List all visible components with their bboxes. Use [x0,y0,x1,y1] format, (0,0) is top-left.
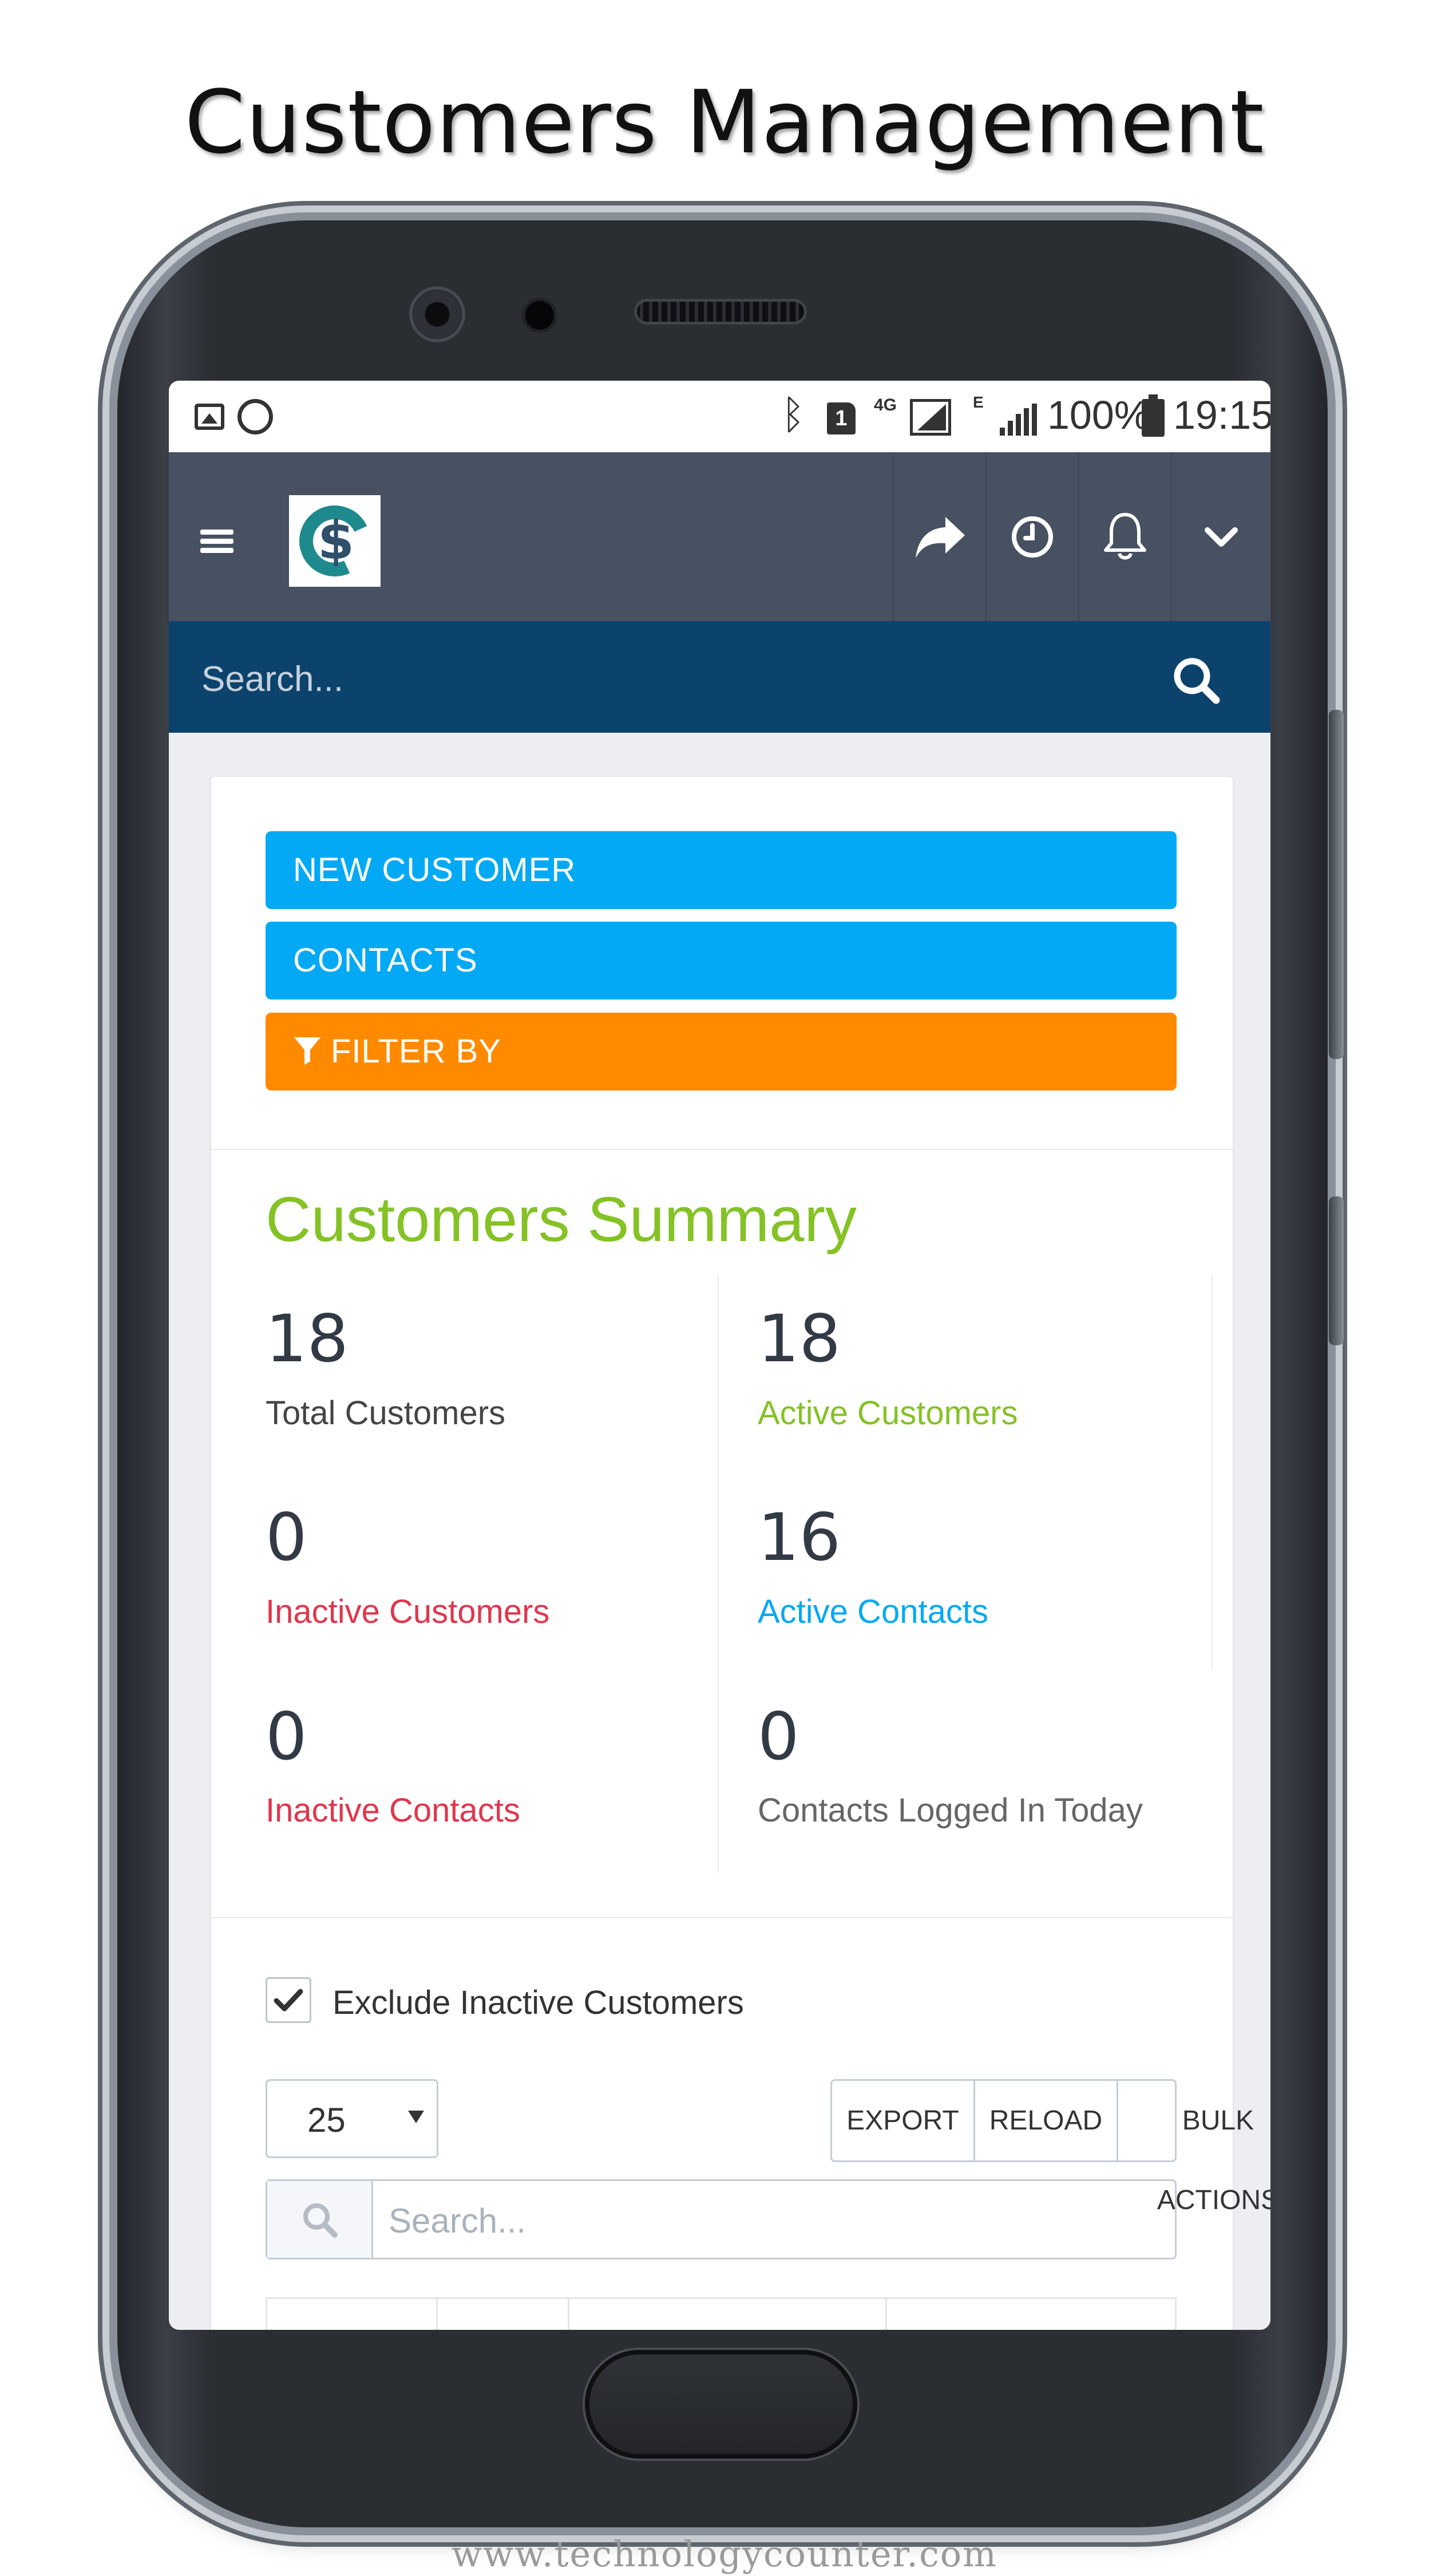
stat-inactive-customers-label[interactable]: Inactive Customers [266,1593,549,1631]
divider [211,1917,1233,1918]
chevron-down-icon [1205,527,1238,547]
table-search-addon [267,2181,373,2258]
new-customer-button[interactable]: NEW CUSTOMER [266,831,1177,909]
hamburger-menu-icon[interactable] [200,530,233,553]
customers-panel: NEW CUSTOMER CONTACTS FILTER BY Customer… [210,776,1270,2330]
signal-icon [910,399,951,436]
divider [718,1275,719,1873]
front-camera-icon [409,286,465,342]
global-search-bar [169,621,1270,733]
column-separator [436,2299,438,2330]
phone-power-button [1329,1196,1344,1345]
search-icon[interactable] [1170,654,1222,706]
signal-icon [1000,404,1040,436]
network-e-icon: E [973,393,984,411]
status-bar: ᛒ 1 4G E 100% 19:15 [169,381,1270,452]
phone-volume-button [1329,710,1344,1059]
share-button[interactable] [893,452,985,621]
stat-inactive-customers-value: 0 [266,1499,307,1575]
proximity-sensor-icon [522,298,557,333]
stat-total-customers-value: 18 [266,1301,349,1377]
footer-url: www.technologycounter.com [452,2533,997,2575]
summary-title: Customers Summary [266,1184,857,1255]
filter-by-button[interactable]: FILTER BY [266,1013,1177,1091]
global-search-input[interactable] [200,653,1061,705]
column-separator [568,2299,569,2330]
notifications-button[interactable] [1078,452,1171,621]
clock-icon [1012,516,1053,558]
stat-inactive-contacts-label[interactable]: Inactive Contacts [266,1791,520,1830]
bluetooth-icon: ᛒ [781,391,805,438]
network-4g-icon: 4G [874,396,897,414]
exclude-inactive-label[interactable]: Exclude Inactive Customers [332,1984,744,2022]
clock-time: 19:15 [1173,393,1270,437]
table-header [266,2297,1177,2330]
column-separator [885,2299,887,2330]
bulk-actions-button[interactable]: BULK ACTIONS [1118,2081,1270,2215]
stat-total-customers-label: Total Customers [266,1394,506,1432]
exclude-inactive-checkbox[interactable] [266,1977,311,2023]
page-title: Customers Management [184,72,1265,173]
battery-icon [1142,394,1165,437]
gallery-icon [195,404,224,430]
checkmark-icon [274,1989,303,2012]
stat-active-contacts-label[interactable]: Active Contacts [758,1593,988,1631]
timesheet-button[interactable] [985,452,1078,621]
divider [211,1149,1233,1150]
logo-dollar-icon: $ [318,510,355,571]
table-search-input[interactable] [387,2197,1134,2244]
caret-down-icon [408,2111,424,2123]
sim-icon: 1 [827,402,856,434]
contacts-button[interactable]: CONTACTS [266,922,1177,999]
share-arrow-icon [916,516,965,558]
stat-active-customers-value: 18 [758,1301,841,1377]
table-search [266,2179,1177,2259]
stat-inactive-contacts-value: 0 [266,1698,307,1775]
page-size-value: 25 [307,2101,346,2139]
filter-icon [294,1037,320,1065]
whatsapp-icon [237,399,273,434]
stat-active-customers-label[interactable]: Active Customers [758,1394,1018,1432]
page-size-select[interactable]: 25 [266,2079,438,2158]
export-button[interactable]: EXPORT [832,2081,975,2160]
earpiece-speaker [634,299,807,325]
stat-active-contacts-value: 16 [758,1499,841,1575]
stat-contacts-logged-in-label: Contacts Logged In Today [758,1792,1143,1829]
phone-home-button[interactable] [585,2350,857,2459]
user-menu-button[interactable] [1171,452,1270,621]
search-icon [303,2203,338,2238]
divider [1212,1275,1213,1670]
company-logo[interactable]: $ [289,495,381,587]
table-toolbar: EXPORT RELOAD BULK ACTIONS [830,2079,1270,2215]
battery-percent: 100% [1047,393,1150,437]
stat-contacts-logged-in-value: 0 [758,1698,799,1775]
filter-by-label: FILTER BY [331,1033,501,1070]
phone-screen: ᛒ 1 4G E 100% 19:15 $ Search... NEW CUST… [169,381,1270,2330]
bell-icon [1104,512,1146,559]
reload-button[interactable]: RELOAD [975,2081,1118,2160]
app-header: $ [169,452,1270,621]
